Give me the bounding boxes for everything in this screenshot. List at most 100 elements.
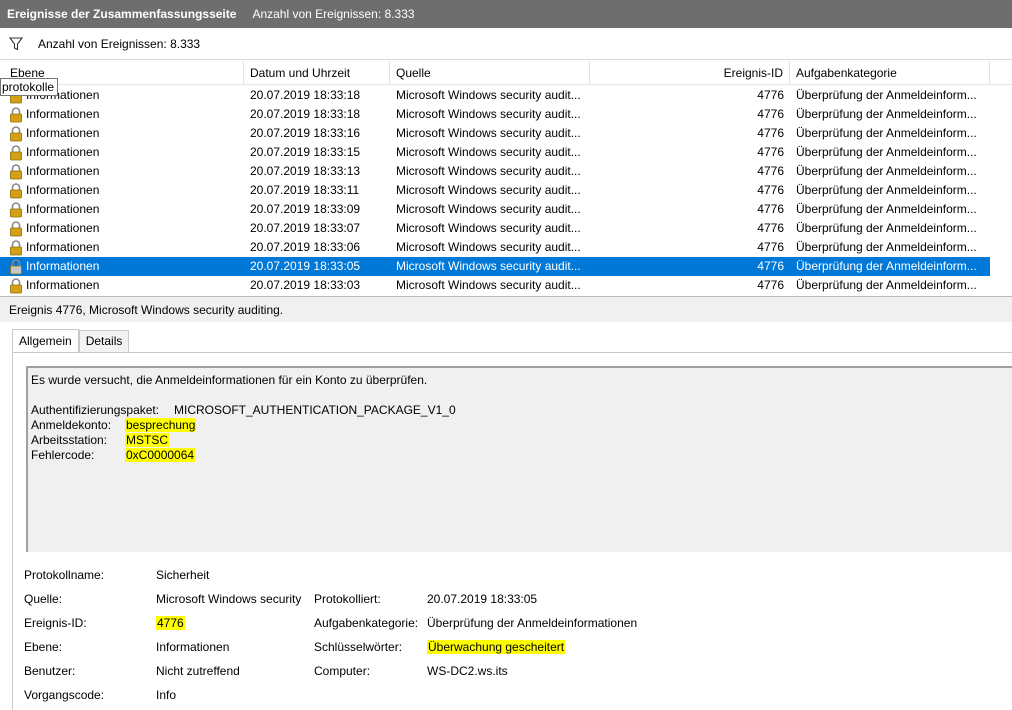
- tooltip: protokolle: [0, 78, 58, 96]
- column-header-event-id[interactable]: Ereignis-ID: [590, 61, 790, 85]
- tab-general[interactable]: Allgemein: [12, 329, 79, 352]
- field-value-workstation: MSTSC: [125, 433, 169, 447]
- prop-value-task-category: Überprüfung der Anmeldeinformationen: [427, 616, 638, 630]
- cell-category: Überprüfung der Anmeldeinform...: [796, 126, 977, 140]
- table-row[interactable]: Informationen 20.07.2019 18:33:07 Microsof…: [0, 219, 1012, 238]
- cell-event-id: 4776: [757, 145, 784, 159]
- cell-category: Überprüfung der Anmeldeinform...: [796, 183, 977, 197]
- window-title: Ereignisse der Zusammenfassungsseite: [7, 7, 237, 21]
- event-message-box[interactable]: Es wurde versucht, die Anmeldeinformatio…: [26, 366, 1012, 552]
- cell-date: 20.07.2019 18:33:18: [250, 88, 361, 102]
- cell-source: Microsoft Windows security audit...: [396, 202, 581, 216]
- cell-source: Microsoft Windows security audit...: [396, 240, 581, 254]
- cell-event-id: 4776: [757, 126, 784, 140]
- column-header-task-category[interactable]: Aufgabenkategorie: [790, 61, 990, 85]
- cell-date: 20.07.2019 18:33:09: [250, 202, 361, 216]
- prop-label-level: Ebene:: [24, 640, 63, 654]
- cell-date: 20.07.2019 18:33:15: [250, 145, 361, 159]
- cell-event-id: 4776: [757, 221, 784, 235]
- table-row[interactable]: Informationen 20.07.2019 18:33:18 Microsof…: [0, 86, 1012, 105]
- cell-category: Überprüfung der Anmeldeinform...: [796, 259, 977, 273]
- table-row[interactable]: Informationen 20.07.2019 18:33:13 Microsof…: [0, 162, 1012, 181]
- cell-date: 20.07.2019 18:33:18: [250, 107, 361, 121]
- column-header-source[interactable]: Quelle: [390, 61, 590, 85]
- table-row[interactable]: Informationen 20.07.2019 18:33:09 Microsof…: [0, 200, 1012, 219]
- filter-icon[interactable]: [7, 35, 25, 53]
- prop-label-event-id: Ereignis-ID:: [24, 616, 87, 630]
- prop-label-computer: Computer:: [314, 664, 371, 678]
- prop-value-computer: WS-DC2.ws.its: [427, 664, 508, 678]
- prop-label-opcode: Vorgangscode:: [24, 688, 105, 702]
- cell-source: Microsoft Windows security audit...: [396, 183, 581, 197]
- prop-value-keywords: Überwachung gescheitert: [427, 640, 566, 654]
- cell-category: Überprüfung der Anmeldeinform...: [796, 107, 977, 121]
- lock-icon: [9, 183, 23, 199]
- table-row[interactable]: Informationen 20.07.2019 18:33:11 Microsof…: [0, 181, 1012, 200]
- lock-icon: [9, 278, 23, 294]
- cell-category: Überprüfung der Anmeldeinform...: [796, 88, 977, 102]
- event-rows: Informationen 20.07.2019 18:33:18 Microsof…: [0, 86, 1012, 295]
- lock-icon: [9, 202, 23, 218]
- cell-date: 20.07.2019 18:33:16: [250, 126, 361, 140]
- cell-event-id: 4776: [757, 183, 784, 197]
- message-intro: Es wurde versucht, die Anmeldeinformatio…: [31, 373, 428, 387]
- cell-level: Informationen: [26, 202, 100, 216]
- cell-event-id: 4776: [757, 240, 784, 254]
- lock-icon: [9, 126, 23, 142]
- prop-label-log-name: Protokollname:: [24, 568, 105, 582]
- cell-category: Überprüfung der Anmeldeinform...: [796, 278, 977, 292]
- table-row[interactable]: Informationen 20.07.2019 18:33:06 Microsof…: [0, 238, 1012, 257]
- cell-event-id: 4776: [757, 202, 784, 216]
- cell-level: Informationen: [26, 221, 100, 235]
- prop-value-level: Informationen: [156, 640, 230, 654]
- table-row[interactable]: Informationen 20.07.2019 18:33:05 Microsof…: [0, 257, 990, 276]
- cell-date: 20.07.2019 18:33:05: [250, 259, 361, 273]
- cell-date: 20.07.2019 18:33:13: [250, 164, 361, 178]
- cell-source: Microsoft Windows security audit...: [396, 164, 581, 178]
- field-label-auth-package: Authentifizierungspaket:: [31, 403, 160, 417]
- column-header-date[interactable]: Datum und Uhrzeit: [244, 61, 390, 85]
- title-bar: Ereignisse der Zusammenfassungsseite Anz…: [0, 0, 1012, 28]
- cell-category: Überprüfung der Anmeldeinform...: [796, 164, 977, 178]
- prop-value-opcode: Info: [156, 688, 177, 702]
- event-list: Ebene Datum und Uhrzeit Quelle Ereignis-…: [0, 61, 1012, 296]
- lock-icon: [9, 259, 23, 275]
- table-row[interactable]: Informationen 20.07.2019 18:33:03 Microsof…: [0, 276, 1012, 295]
- cell-event-id: 4776: [757, 164, 784, 178]
- tab-details[interactable]: Details: [78, 330, 130, 352]
- cell-source: Microsoft Windows security audit...: [396, 221, 581, 235]
- field-value-logon-account: besprechung: [125, 418, 197, 432]
- lock-icon: [9, 107, 23, 123]
- prop-value-source: Microsoft Windows security: [156, 592, 302, 606]
- cell-source: Microsoft Windows security audit...: [396, 259, 581, 273]
- cell-category: Überprüfung der Anmeldeinform...: [796, 221, 977, 235]
- cell-source: Microsoft Windows security audit...: [396, 88, 581, 102]
- field-label-workstation: Arbeitsstation:: [31, 433, 108, 447]
- cell-date: 20.07.2019 18:33:11: [250, 183, 360, 197]
- table-row[interactable]: Informationen 20.07.2019 18:33:18 Microsof…: [0, 105, 1012, 124]
- cell-level: Informationen: [26, 183, 100, 197]
- cell-category: Überprüfung der Anmeldeinform...: [796, 145, 977, 159]
- event-count-title: Anzahl von Ereignissen: 8.333: [252, 7, 415, 21]
- cell-event-id: 4776: [757, 107, 784, 121]
- detail-tabs: Allgemein Details: [12, 329, 130, 352]
- field-value-error-code: 0xC0000064: [125, 448, 196, 462]
- table-row[interactable]: Informationen 20.07.2019 18:33:15 Microsof…: [0, 143, 1012, 162]
- cell-event-id: 4776: [757, 278, 784, 292]
- cell-category: Überprüfung der Anmeldeinform...: [796, 202, 977, 216]
- field-label-error-code: Fehlercode:: [31, 448, 95, 462]
- column-header-row: Ebene Datum und Uhrzeit Quelle Ereignis-…: [0, 61, 1012, 85]
- cell-level: Informationen: [26, 107, 100, 121]
- prop-value-event-id: 4776: [156, 616, 185, 630]
- cell-level: Informationen: [26, 259, 100, 273]
- prop-label-task-category: Aufgabenkategorie:: [314, 616, 419, 630]
- prop-label-logged: Protokolliert:: [314, 592, 381, 606]
- cell-source: Microsoft Windows security audit...: [396, 145, 581, 159]
- table-row[interactable]: Informationen 20.07.2019 18:33:16 Microsof…: [0, 124, 1012, 143]
- cell-source: Microsoft Windows security audit...: [396, 126, 581, 140]
- cell-level: Informationen: [26, 145, 100, 159]
- cell-level: Informationen: [26, 164, 100, 178]
- cell-date: 20.07.2019 18:33:07: [250, 221, 361, 235]
- prop-value-logged: 20.07.2019 18:33:05: [427, 592, 538, 606]
- cell-event-id: 4776: [757, 88, 784, 102]
